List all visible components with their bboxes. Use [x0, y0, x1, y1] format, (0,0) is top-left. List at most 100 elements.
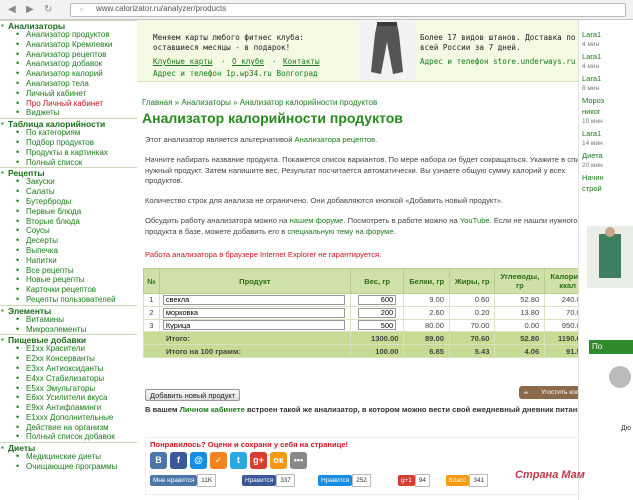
- sidebar-section-title[interactable]: Пищевые добавки: [0, 334, 137, 345]
- row-number: 2: [143, 305, 160, 320]
- recipes-analyzer-link[interactable]: Анализатора рецептов: [295, 135, 376, 144]
- sidebar-item[interactable]: Подбор продуктов: [0, 138, 137, 148]
- sidebar-item[interactable]: Рецепты пользователей: [0, 295, 137, 305]
- reload-icon[interactable]: ↻: [44, 4, 52, 15]
- forum-topic-link[interactable]: специальную тему на форуме: [287, 227, 393, 236]
- sidebar-item[interactable]: E9xx Антифламинги: [0, 403, 137, 413]
- sidebar-item[interactable]: Полный список добавок: [0, 432, 137, 442]
- banner-link-about[interactable]: О клубе: [232, 57, 264, 66]
- right-feed-item[interactable]: никог: [582, 107, 601, 116]
- sidebar-item[interactable]: Анализатор рецептов: [0, 50, 137, 60]
- social-share-icon[interactable]: •••: [290, 452, 307, 469]
- sidebar-item[interactable]: Салаты: [0, 187, 137, 197]
- product-input[interactable]: [162, 294, 345, 305]
- weight-input[interactable]: [358, 320, 397, 331]
- forum-link[interactable]: нашем форуме: [290, 216, 344, 225]
- right-feed-item[interactable]: Lara1: [582, 52, 601, 61]
- sidebar-section-title[interactable]: Рецепты: [0, 167, 137, 178]
- right-feed-item[interactable]: Мороз: [582, 96, 604, 105]
- sidebar-item[interactable]: Медицинские диеты: [0, 452, 137, 462]
- sidebar-item[interactable]: E1xxx Дополнительные: [0, 413, 137, 423]
- left-sidebar: АнализаторыАнализатор продуктовАнализато…: [0, 20, 137, 500]
- breadcrumb[interactable]: Главная » Анализаторы » Анализатор калор…: [142, 98, 377, 107]
- avatar[interactable]: [609, 366, 631, 388]
- personal-cabinet-link[interactable]: Личном кабинете: [180, 405, 245, 414]
- banner-link-cards[interactable]: Клубные карты: [153, 57, 212, 66]
- social-share-icon[interactable]: f: [170, 452, 187, 469]
- sidebar-item[interactable]: Первые блюда: [0, 207, 137, 217]
- banner-left-address[interactable]: Адрес и телефон 1р.wp34.ru Волгоград: [153, 69, 318, 78]
- product-input[interactable]: [162, 320, 345, 331]
- like-counter[interactable]: Мне нравится 11K: [150, 474, 217, 487]
- sidebar-item[interactable]: Анализатор продуктов: [0, 30, 137, 40]
- sidebar-item[interactable]: Виджеты: [0, 108, 137, 118]
- like-counter[interactable]: Нравится 252: [318, 474, 371, 487]
- like-counter[interactable]: Класс 341: [446, 474, 489, 487]
- text: В вашем: [145, 405, 180, 414]
- youtube-link[interactable]: YouTube: [460, 216, 490, 225]
- social-share-icon[interactable]: ✓: [210, 452, 227, 469]
- sidebar-item[interactable]: Очищающие программы: [0, 462, 137, 472]
- sidebar-item[interactable]: Анализатор тела: [0, 79, 137, 89]
- add-product-button[interactable]: Добавить новый продукт: [145, 389, 241, 401]
- sidebar-section-title[interactable]: Таблица калорийности: [0, 118, 137, 129]
- banner-product-image[interactable]: [359, 20, 415, 80]
- product-input[interactable]: [162, 307, 345, 318]
- sidebar-item[interactable]: Бутерброды: [0, 197, 137, 207]
- sidebar-item[interactable]: Закуски: [0, 177, 137, 187]
- social-share-icon[interactable]: g+: [250, 452, 267, 469]
- right-feed-item[interactable]: строй: [582, 184, 602, 193]
- sidebar-section-title[interactable]: Анализаторы: [0, 20, 137, 31]
- sidebar-item[interactable]: E5xx Эмульгаторы: [0, 384, 137, 394]
- like-counter[interactable]: Нравится 337: [242, 474, 295, 487]
- sidebar-item[interactable]: Вторые блюда: [0, 217, 137, 227]
- sidebar-item[interactable]: E1xx Красители: [0, 344, 137, 354]
- right-feed-item: 8 мин: [582, 85, 600, 92]
- sidebar-item[interactable]: Выпечка: [0, 246, 137, 256]
- social-share-icon[interactable]: ок: [270, 452, 287, 469]
- total-protein: 89.00: [403, 331, 450, 346]
- sidebar-item[interactable]: Все рецепты: [0, 266, 137, 276]
- sidebar-item[interactable]: E3xx Антиоксиданты: [0, 364, 137, 374]
- sidebar-item[interactable]: Витамины: [0, 315, 137, 325]
- sidebar-item[interactable]: Полный список: [0, 158, 137, 168]
- sidebar-item[interactable]: E4xx Стабилизаторы: [0, 374, 137, 384]
- sidebar-item[interactable]: E2xx Консерванты: [0, 354, 137, 364]
- sidebar-item[interactable]: Напитки: [0, 256, 137, 266]
- sidebar-item[interactable]: Соусы: [0, 226, 137, 236]
- social-share-icon[interactable]: t: [230, 452, 247, 469]
- weight-input[interactable]: [358, 294, 397, 305]
- back-icon[interactable]: ◀: [8, 4, 16, 15]
- banner-link-contacts[interactable]: Контакты: [283, 57, 320, 66]
- right-feed-item[interactable]: Диета: [582, 151, 603, 160]
- sidebar-item[interactable]: Анализатор Кремлевки: [0, 40, 137, 50]
- sidebar-item[interactable]: Анализатор добавок: [0, 59, 137, 69]
- right-feed-item[interactable]: Начин: [582, 173, 604, 182]
- social-share-icon[interactable]: В: [150, 452, 167, 469]
- right-tab[interactable]: По: [589, 340, 633, 354]
- right-feed-item[interactable]: Lara1: [582, 74, 601, 83]
- sidebar-item[interactable]: Личный кабинет: [0, 89, 137, 99]
- table-row: 22.600.2013.8070.00: [143, 305, 591, 320]
- social-share-icon[interactable]: @: [190, 452, 207, 469]
- sidebar-item[interactable]: По категориям: [0, 128, 137, 138]
- sidebar-section-title[interactable]: Элементы: [0, 304, 137, 316]
- sidebar-item[interactable]: Анализатор калорий: [0, 69, 137, 79]
- sidebar-item[interactable]: E6xx Усилители вкуса: [0, 393, 137, 403]
- right-feed-item[interactable]: Lara1: [582, 30, 601, 39]
- total-row: Итого: 1300.00 89.00 70.60 52.80 1190.00: [143, 331, 591, 346]
- like-counter[interactable]: g+1 94: [398, 474, 430, 487]
- sidebar-item[interactable]: Микроэлементы: [0, 325, 137, 335]
- sidebar-item[interactable]: Карточки рецептов: [0, 285, 137, 295]
- banner-right-address[interactable]: Адрес и телефон store.underways.ru: [420, 57, 575, 66]
- sidebar-item[interactable]: Новые рецепты: [0, 275, 137, 285]
- sidebar-item[interactable]: Продукты в картинках: [0, 148, 137, 158]
- sidebar-item[interactable]: Действие на организм: [0, 423, 137, 433]
- sidebar-item[interactable]: Про Личный кабинет: [0, 99, 137, 109]
- forward-icon[interactable]: ▶: [26, 4, 34, 15]
- sidebar-item[interactable]: Десерты: [0, 236, 137, 246]
- right-promo-image[interactable]: [587, 226, 633, 288]
- sidebar-section-title[interactable]: Диеты: [0, 442, 137, 453]
- right-feed-item[interactable]: Lara1: [582, 129, 601, 138]
- weight-input[interactable]: [358, 307, 397, 318]
